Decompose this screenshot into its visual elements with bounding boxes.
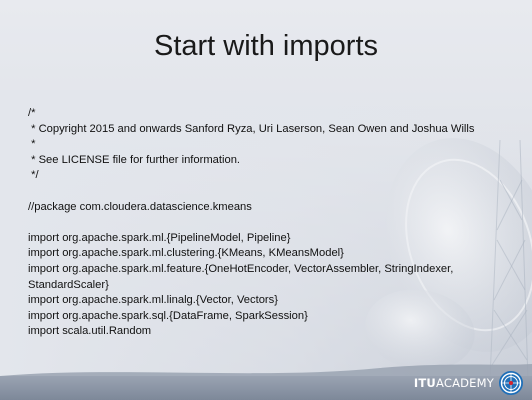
- code-line: import org.apache.spark.ml.linalg.{Vecto…: [28, 294, 278, 307]
- code-line: * See LICENSE file for further informati…: [28, 153, 241, 166]
- itu-emblem-icon: [499, 371, 523, 395]
- logo-text: ITUACADEMY: [414, 376, 494, 390]
- code-line: * Copyright 2015 and onwards Sanford Ryz…: [28, 122, 475, 135]
- code-line: *: [28, 138, 36, 151]
- code-line: */: [28, 169, 39, 182]
- code-line: import org.apache.spark.ml.{PipelineMode…: [28, 231, 291, 244]
- code-line: /*: [28, 107, 36, 119]
- code-line: import org.apache.spark.ml.feature.{OneH…: [28, 262, 454, 275]
- code-line: import org.apache.spark.ml.clustering.{K…: [28, 247, 344, 260]
- code-line: StandardScaler}: [28, 278, 109, 291]
- logo-text-strong: ITU: [413, 376, 436, 390]
- slide: Start with imports /* * Copyright 2015 a…: [0, 0, 532, 400]
- logo-text-light: ACADEMY: [435, 376, 494, 390]
- slide-title: Start with imports: [154, 30, 378, 62]
- code-line: //package com.cloudera.datascience.kmean…: [28, 200, 252, 213]
- code-line: import scala.util.Random: [28, 325, 152, 338]
- code-line: import org.apache.spark.sql.{DataFrame, …: [28, 309, 308, 322]
- itu-academy-logo: ITUACADEMY: [414, 370, 524, 396]
- code-block: /* * Copyright 2015 and onwards Sanford …: [28, 106, 518, 340]
